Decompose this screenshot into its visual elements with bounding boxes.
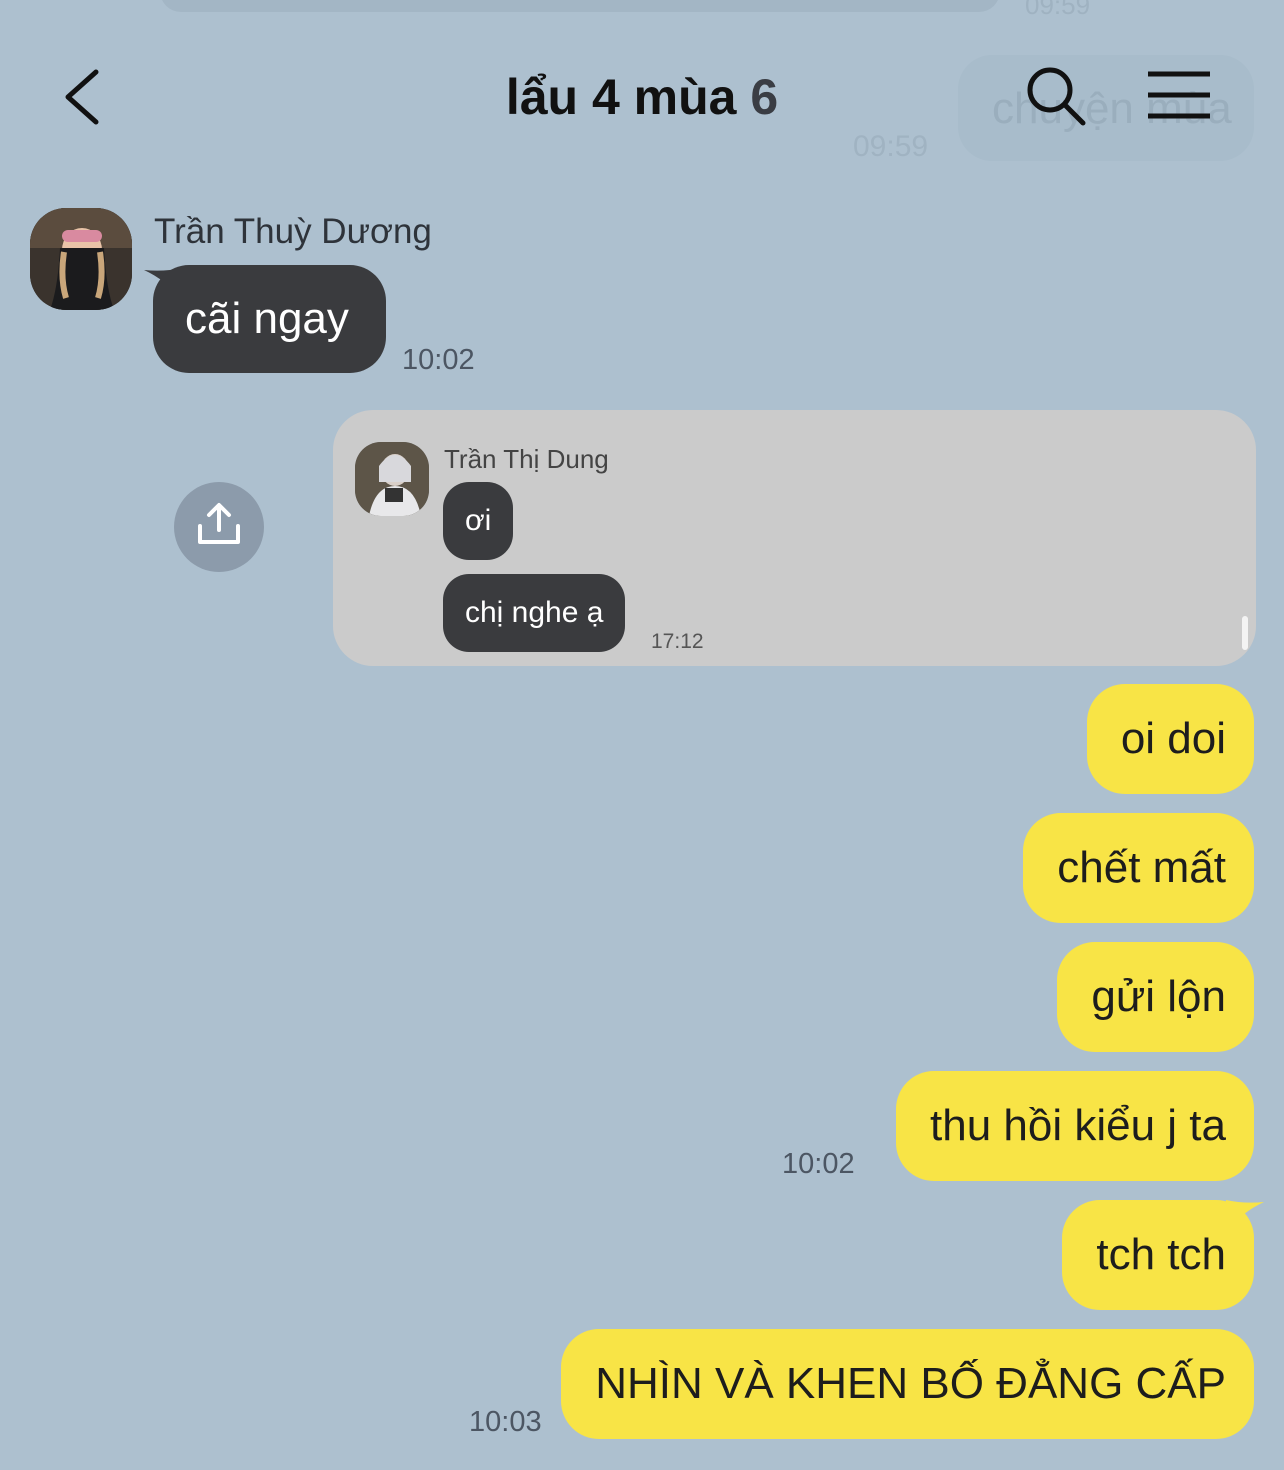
forwarded-sender-avatar <box>355 442 429 516</box>
outgoing-message-bubble[interactable]: gửi lộn <box>1057 942 1254 1052</box>
faded-timestamp: 09:59 <box>853 130 929 163</box>
forwarded-image-card[interactable]: Trần Thị Dung ơi chị nghe ạ 17:12 <box>333 410 1256 666</box>
outgoing-message-bubble[interactable]: thu hồi kiểu j ta <box>896 1071 1254 1181</box>
search-icon[interactable] <box>1024 64 1088 128</box>
outgoing-message-bubble[interactable]: oi doi <box>1086 684 1254 794</box>
share-upload-icon <box>198 503 240 544</box>
outgoing-message-time: 10:03 <box>469 1406 542 1438</box>
outgoing-message-bubble[interactable]: tch tch <box>1062 1200 1254 1310</box>
sender-name: Trần Thuỳ Dương <box>154 212 432 251</box>
forwarded-sender-name: Trần Thị Dung <box>444 444 609 474</box>
forwarded-scroll-indicator <box>1242 616 1248 650</box>
outgoing-message-bubble[interactable]: NHÌN VÀ KHEN BỐ ĐẲNG CẤP <box>561 1329 1254 1439</box>
forwarded-message-bubble: chị nghe ạ <box>443 574 626 652</box>
outgoing-message-bubble[interactable]: chết mất <box>1023 813 1254 923</box>
hamburger-menu-icon[interactable] <box>1146 70 1212 120</box>
chat-title: lẩu 4 mùa 6 <box>0 68 1284 126</box>
incoming-message-time: 10:02 <box>402 344 475 376</box>
chat-name: lẩu 4 mùa <box>505 69 737 125</box>
faded-message-pill <box>160 0 1000 12</box>
outgoing-message-time: 10:02 <box>782 1148 855 1180</box>
sender-avatar[interactable] <box>30 208 132 310</box>
incoming-message-bubble[interactable]: cãi ngay <box>153 265 386 373</box>
share-button[interactable] <box>174 482 264 572</box>
faded-timestamp-top: 09:59 <box>1025 0 1091 20</box>
member-count: 6 <box>750 69 779 125</box>
forwarded-message-bubble: ơi <box>443 482 514 560</box>
forwarded-message-time: 17:12 <box>651 630 704 653</box>
